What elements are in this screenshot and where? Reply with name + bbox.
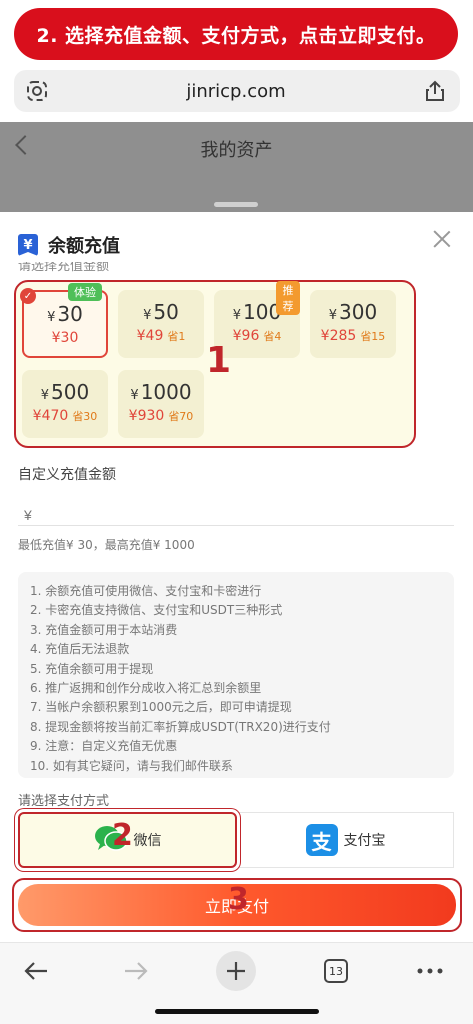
wallet-badge-icon: ¥ [18,234,38,256]
pay-option-label: 支付宝 [343,833,386,849]
address-bar[interactable]: jinricp.com [14,70,460,112]
note-line: 9. 注意：自定义充值无优惠 [30,739,178,754]
pay-option-wechat[interactable]: 微信 2 [18,812,237,868]
note-line: 4. 充值后无法退款 [30,642,130,657]
pay-button-highlight: 立即支付 3 [12,878,462,932]
page-header-dimmed: 我的资产 [0,122,473,212]
instruction-banner: 2. 选择充值金额、支付方式，点击立即支付。 [14,8,458,60]
note-line: 1. 余额充值可使用微信、支付宝和卡密进行 [30,584,262,598]
amount-value: ¥500 [40,380,90,404]
pay-option-label: 微信 [133,833,162,849]
note-line: 7. 当帐户余额积累到1000元之后，即可申请提现 [30,700,292,715]
saving-text: 省4 [263,330,282,343]
modal-header: ¥ 余额充值 [18,232,120,258]
pay-option-alipay[interactable]: 支 支付宝 [237,812,454,868]
note-line: 10. 如有其它疑问，请与我们邮件联系 [30,758,233,773]
saving-text: 省70 [168,410,194,423]
home-indicator [155,1009,319,1014]
payment-methods: 微信 2 支 支付宝 [18,812,454,868]
step-marker-3: 3 [228,882,249,917]
close-icon[interactable] [433,230,451,248]
amount-range-hint: 最低充值¥ 30，最高充值¥ 1000 [18,538,195,552]
amount-option-500[interactable]: ¥500 ¥470 省30 [22,370,108,438]
amount-option-30[interactable]: ✓ 体验 ¥30 ¥30 [20,283,108,358]
custom-amount-input[interactable] [18,504,454,526]
amount-options-group: ✓ 体验 ¥30 ¥30 ¥50 ¥49 省1 推荐 ¥100 ¥96 省4 ¥30… [14,280,416,448]
amount-option-50[interactable]: ¥50 ¥49 省1 [118,290,204,358]
checkmark-icon: ✓ [20,288,36,304]
browser-toolbar: 13 [0,942,473,1024]
amount-section-label: 请选择充值金额 [18,262,110,272]
new-tab-icon[interactable] [216,951,256,991]
amount-value: ¥30 [47,302,83,326]
alipay-icon: 支 [305,824,338,856]
amount-value: ¥50 [143,300,179,324]
amount-price: ¥285 省15 [320,328,386,344]
back-icon[interactable] [16,951,56,991]
payment-method-label: 请选择支付方式 [18,794,110,809]
step-marker-1: 1 [206,340,232,381]
amount-price: ¥470 省30 [32,408,98,424]
note-line: 6. 推广返拥和创作分成收入将汇总到余额里 [30,681,262,696]
tag-badge: 推荐 [276,281,300,315]
amount-price: ¥49 省1 [136,328,186,344]
note-line: 3. 充值金额可用于本站消费 [30,622,178,637]
custom-amount-label: 自定义充值金额 [18,467,116,483]
modal-title: 余额充值 [48,236,120,257]
forward-icon[interactable] [116,951,156,991]
more-icon[interactable] [410,951,450,991]
recharge-modal: ¥ 余额充值 请选择充值金额 ✓ 体验 ¥30 ¥30 ¥50 ¥49 省1 推荐… [0,212,473,942]
saving-text: 省30 [72,410,98,423]
note-line: 5. 充值余额可用于提现 [30,661,154,676]
tag-badge: 体验 [68,283,102,301]
amount-option-300[interactable]: ¥300 ¥285 省15 [310,290,396,358]
saving-text: 省15 [360,330,386,343]
amount-value: ¥300 [328,300,378,324]
sheet-drag-handle[interactable] [214,202,258,207]
note-line: 8. 提现金额将按当前汇率折算成USDT(TRX20)进行支付 [30,719,331,734]
saving-text: 省1 [167,330,186,343]
amount-value: ¥1000 [130,380,192,404]
amount-price: ¥930 省70 [128,408,194,424]
step-marker-2: 2 [112,818,133,853]
page-title: 我的资产 [200,140,273,161]
tabs-count: 13 [324,959,348,983]
recharge-notes: 1. 余额充值可使用微信、支付宝和卡密进行 2. 卡密充值支持微信、支付宝和US… [18,572,454,778]
share-icon[interactable] [422,78,448,104]
note-line: 2. 卡密充值支持微信、支付宝和USDT三种形式 [30,603,283,618]
amount-option-1000[interactable]: ¥1000 ¥930 省70 [118,370,204,438]
amount-price: ¥30 [51,330,79,346]
tabs-icon[interactable]: 13 [316,951,356,991]
page-info-icon[interactable] [24,78,50,104]
url-text[interactable]: jinricp.com [50,81,422,102]
